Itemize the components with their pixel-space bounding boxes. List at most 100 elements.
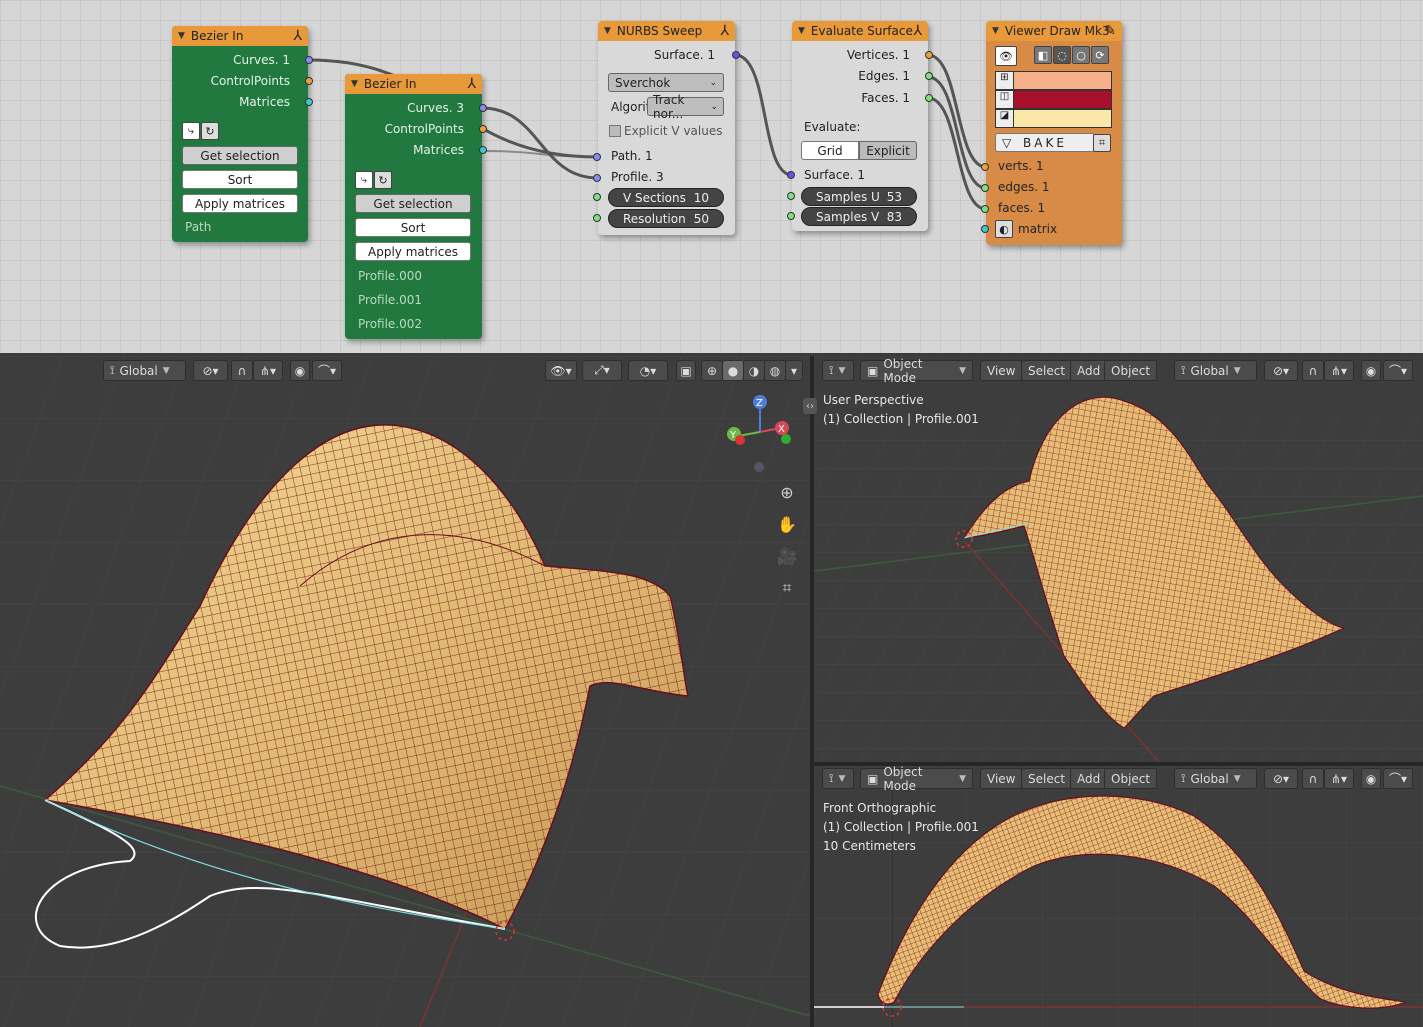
socket-curves[interactable] bbox=[479, 104, 487, 112]
curve-mode-icon[interactable]: ⤷ bbox=[182, 122, 200, 140]
snap-target-icon[interactable]: ⋔▾ bbox=[1324, 360, 1354, 381]
mode-grid-button[interactable]: Grid bbox=[801, 141, 859, 160]
object-item[interactable]: Path bbox=[185, 220, 211, 234]
tool-icon[interactable]: ⅄ bbox=[913, 23, 922, 39]
socket-samples-v[interactable] bbox=[787, 212, 795, 220]
pivot-icon[interactable]: ⊘▾ bbox=[1264, 768, 1298, 789]
falloff-icon[interactable]: ⌒▾ bbox=[312, 360, 342, 381]
implementation-select[interactable]: Sverchok ⌄ bbox=[608, 73, 724, 92]
curve-mode-icon[interactable]: ⤷ bbox=[355, 171, 373, 189]
settings-display-icon[interactable]: ⟳ bbox=[1091, 46, 1109, 64]
socket-surface[interactable] bbox=[732, 51, 740, 59]
proportional-edit-icon[interactable]: ◉ bbox=[1361, 360, 1381, 381]
edge-display-icon[interactable]: ◌ bbox=[1053, 46, 1071, 64]
pivot-icon[interactable]: ⊘▾ bbox=[193, 360, 228, 381]
socket-matrices[interactable] bbox=[305, 98, 313, 106]
proportional-edit-icon[interactable]: ◉ bbox=[290, 360, 310, 381]
vertex-toggle-icon[interactable]: ⊞ bbox=[996, 72, 1014, 89]
object-item[interactable]: Profile.002 bbox=[358, 317, 422, 331]
menu-view[interactable]: View bbox=[980, 768, 1023, 789]
falloff-icon[interactable]: ⌒▾ bbox=[1383, 360, 1413, 381]
menu-object[interactable]: Object bbox=[1104, 768, 1158, 789]
falloff-icon[interactable]: ⌒▾ bbox=[1383, 768, 1413, 789]
face-display-icon[interactable]: ○ bbox=[1072, 46, 1090, 64]
edge-toggle-icon[interactable]: ◫ bbox=[996, 91, 1014, 108]
socket-faces[interactable] bbox=[925, 94, 933, 102]
socket-matrices[interactable] bbox=[479, 146, 487, 154]
socket-samples-u[interactable] bbox=[787, 192, 795, 200]
object-item[interactable]: Profile.000 bbox=[358, 269, 422, 283]
node-header[interactable]: ▼ Viewer Draw Mk3 ✎ bbox=[986, 21, 1122, 41]
viewport-bottom-right[interactable]: ⟟ ▼ ▣ Object Mode ▼ View Select Add Object … bbox=[814, 766, 1423, 1027]
collapse-icon[interactable]: ▼ bbox=[178, 31, 185, 41]
mode-explicit-button[interactable]: Explicit bbox=[859, 141, 917, 160]
snap-target-icon[interactable]: ⋔▾ bbox=[253, 360, 283, 381]
transform-orientation-select[interactable]: ⟟ Global ▼ bbox=[103, 360, 186, 381]
editor-type-select[interactable]: ⟟ ▼ bbox=[822, 360, 854, 381]
menu-add[interactable]: Add bbox=[1070, 360, 1108, 381]
get-selection-button[interactable]: Get selection bbox=[182, 146, 298, 165]
socket-vertices[interactable] bbox=[925, 51, 933, 59]
nurbs-sweep-node[interactable]: ▼ NURBS Sweep ⅄ Surface. 1 Sverchok ⌄ Algor… bbox=[593, 21, 740, 235]
transform-orientation-select[interactable]: ⟟ Global ▼ bbox=[1174, 768, 1257, 789]
tool-icon[interactable]: ⅄ bbox=[293, 28, 302, 44]
socket-v-sections[interactable] bbox=[593, 193, 601, 201]
face-color-swatch[interactable]: ◪ bbox=[995, 109, 1112, 128]
area-separator-vertical[interactable] bbox=[810, 356, 814, 1027]
socket-edges-in[interactable] bbox=[981, 184, 989, 192]
socket-edges[interactable] bbox=[925, 72, 933, 80]
menu-object[interactable]: Object bbox=[1104, 360, 1158, 381]
overlay-toggle-icon[interactable]: ◔▾ bbox=[628, 360, 668, 381]
sort-button[interactable]: Sort bbox=[182, 170, 298, 189]
cyclic-icon[interactable]: ↻ bbox=[201, 122, 219, 140]
tool-icon[interactable]: ⅄ bbox=[467, 76, 476, 92]
samples-u-field[interactable]: Samples U 53 bbox=[801, 187, 917, 206]
snap-icon[interactable]: ∩ bbox=[1302, 360, 1324, 381]
collapse-icon[interactable]: ▼ bbox=[351, 79, 358, 89]
menu-add[interactable]: Add bbox=[1070, 768, 1108, 789]
snap-icon[interactable]: ∩ bbox=[231, 360, 253, 381]
snap-target-icon[interactable]: ⋔▾ bbox=[1324, 768, 1354, 789]
collapse-icon[interactable]: ▼ bbox=[798, 26, 805, 36]
viewport-scene[interactable] bbox=[0, 356, 810, 1027]
algorithm-select[interactable]: Track nor... ⌄ bbox=[647, 93, 724, 121]
camera-icon[interactable]: 🎥 bbox=[776, 545, 798, 567]
pencil-icon[interactable]: ✎ bbox=[1104, 23, 1116, 39]
socket-faces-in[interactable] bbox=[981, 205, 989, 213]
bake-button[interactable]: ▽ BAKE bbox=[995, 133, 1095, 152]
transform-orientation-select[interactable]: ⟟ Global ▼ bbox=[1174, 360, 1257, 381]
apply-matrices-button[interactable]: Apply matrices bbox=[182, 194, 298, 213]
socket-profile[interactable] bbox=[593, 174, 601, 182]
viewport-left[interactable]: ⟟ Global ▼ ⊘▾ ∩ ⋔▾ ◉ ⌒▾ 👁▾ ⤢▾ ◔▾ ▣ ⊕ ● ◑ ◍… bbox=[0, 356, 810, 1027]
snap-icon[interactable]: ∩ bbox=[1302, 768, 1324, 789]
menu-view[interactable]: View bbox=[980, 360, 1023, 381]
grid-view-icon[interactable]: ⌗ bbox=[776, 577, 798, 599]
get-selection-button[interactable]: Get selection bbox=[355, 194, 471, 213]
hand-pan-icon[interactable]: ✋ bbox=[776, 513, 798, 535]
solid-shading-icon[interactable]: ● bbox=[722, 360, 744, 381]
menu-select[interactable]: Select bbox=[1021, 768, 1073, 789]
area-separator[interactable] bbox=[0, 353, 1423, 356]
mode-select[interactable]: ▣ Object Mode ▼ bbox=[860, 766, 973, 793]
explicit-v-checkbox[interactable] bbox=[609, 125, 621, 137]
socket-curves[interactable] bbox=[305, 56, 313, 64]
socket-surface-in[interactable] bbox=[787, 171, 795, 179]
zoom-icon[interactable]: ⊕ bbox=[776, 481, 798, 503]
gizmo-toggle-icon[interactable]: ⤢▾ bbox=[582, 360, 622, 381]
samples-v-field[interactable]: Samples V 83 bbox=[801, 207, 917, 226]
socket-controlpoints[interactable] bbox=[305, 77, 313, 85]
viewport-top-right[interactable]: ⟟ ▼ ▣ Object Mode ▼ View Select Add Object … bbox=[814, 356, 1423, 762]
eye-icon[interactable]: 👁 bbox=[995, 46, 1017, 66]
v-sections-field[interactable]: V Sections 10 bbox=[608, 188, 724, 207]
edge-color-swatch[interactable]: ◫ bbox=[995, 90, 1112, 109]
collapse-arrow-icon[interactable]: ‹› bbox=[803, 398, 817, 414]
socket-verts[interactable] bbox=[981, 163, 989, 171]
socket-matrix[interactable] bbox=[981, 225, 989, 233]
cyclic-icon[interactable]: ↻ bbox=[374, 171, 392, 189]
wireframe-shading-icon[interactable]: ⊕ bbox=[701, 360, 723, 381]
node-header[interactable]: ▼ Evaluate Surface ⅄ bbox=[792, 21, 928, 41]
menu-select[interactable]: Select bbox=[1021, 360, 1073, 381]
sort-button[interactable]: Sort bbox=[355, 218, 471, 237]
navigation-gizmo[interactable]: Z X Y bbox=[720, 392, 800, 472]
bezier-in-node-2[interactable]: ▼ Bezier In ⅄ Curves. 3 ControlPoints Matr… bbox=[345, 74, 487, 339]
